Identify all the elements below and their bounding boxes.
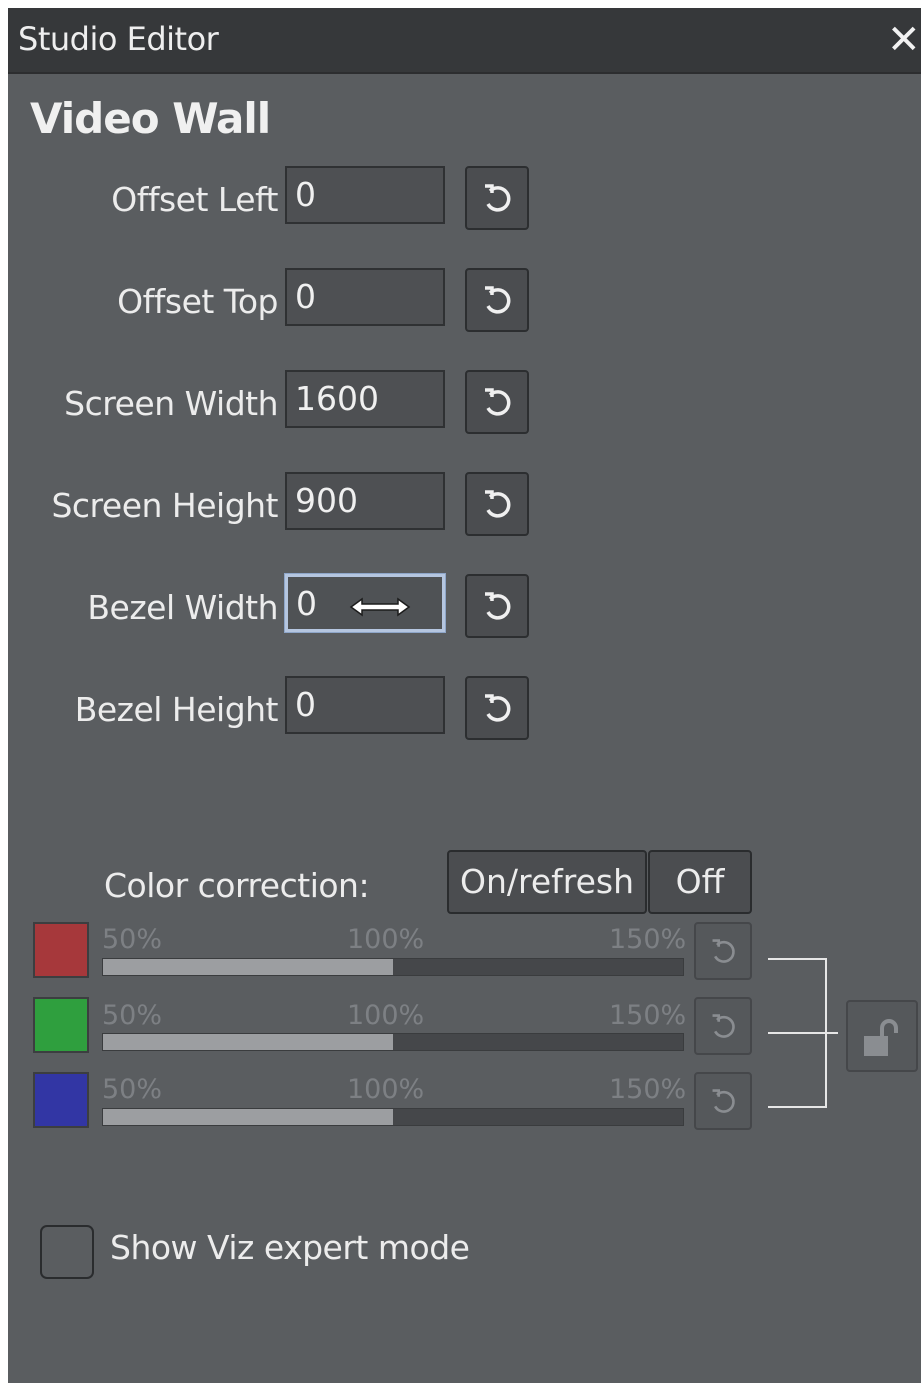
color-correction-off-button[interactable]: Off (648, 850, 752, 914)
studio-editor-window: Studio Editor ✕ Video Wall Offset Left 0… (8, 8, 921, 1383)
color-correction-on-refresh-button[interactable]: On/refresh (447, 850, 647, 914)
reset-icon (485, 286, 511, 314)
unlock-icon (864, 1019, 898, 1056)
red-reset-button[interactable] (694, 922, 752, 980)
red-min-label: 50% (102, 924, 163, 955)
green-mid-label: 100% (347, 1000, 425, 1031)
expert-mode-label[interactable]: Show Viz expert mode (110, 1228, 470, 1267)
blue-min-label: 50% (102, 1074, 163, 1105)
blue-channel-swatch (33, 1072, 89, 1128)
offset-left-label: Offset Left (111, 180, 278, 219)
red-channel-swatch (33, 922, 89, 978)
red-channel-slider[interactable] (102, 958, 684, 976)
bezel-height-reset-button[interactable] (465, 676, 529, 740)
screen-height-input[interactable]: 900 (285, 472, 445, 530)
channel-link-bracket (768, 958, 838, 1108)
green-max-label: 150% (609, 1000, 687, 1031)
bezel-height-label: Bezel Height (74, 690, 279, 729)
screen-width-input[interactable]: 1600 (285, 370, 445, 428)
blue-reset-button[interactable] (694, 1072, 752, 1130)
red-slider-fill (103, 959, 393, 975)
red-mid-label: 100% (347, 924, 425, 955)
green-channel-swatch (33, 997, 89, 1053)
expert-mode-checkbox[interactable] (40, 1225, 94, 1279)
screen-height-label: Screen Height (51, 486, 278, 525)
reset-icon (485, 184, 511, 212)
blue-mid-label: 100% (347, 1074, 425, 1105)
green-slider-fill (103, 1034, 393, 1050)
blue-max-label: 150% (609, 1074, 687, 1105)
channel-lock-button[interactable] (846, 1000, 918, 1072)
close-icon[interactable]: ✕ (887, 16, 921, 64)
red-max-label: 150% (609, 924, 687, 955)
offset-top-input[interactable]: 0 (285, 268, 445, 326)
green-min-label: 50% (102, 1000, 163, 1031)
reset-icon (712, 1014, 735, 1038)
reset-icon (485, 388, 511, 416)
offset-left-input[interactable]: 0 (285, 166, 445, 224)
horizontal-resize-cursor-icon (349, 597, 411, 617)
offset-left-reset-button[interactable] (465, 166, 529, 230)
section-title: Video Wall (30, 94, 271, 143)
bezel-width-label: Bezel Width (87, 588, 278, 627)
reset-icon (485, 592, 511, 620)
reset-icon (712, 1089, 735, 1113)
screen-height-reset-button[interactable] (465, 472, 529, 536)
blue-channel-slider[interactable] (102, 1108, 684, 1126)
title-bar: Studio Editor ✕ (8, 8, 921, 74)
bezel-width-reset-button[interactable] (465, 574, 529, 638)
offset-top-reset-button[interactable] (465, 268, 529, 332)
offset-top-label: Offset Top (117, 282, 278, 321)
reset-icon (485, 490, 511, 518)
screen-width-label: Screen Width (64, 384, 278, 423)
color-correction-label: Color correction: (104, 866, 370, 905)
blue-slider-fill (103, 1109, 393, 1125)
green-reset-button[interactable] (694, 997, 752, 1055)
green-channel-slider[interactable] (102, 1033, 684, 1051)
window-title: Studio Editor (18, 20, 219, 58)
screen-width-reset-button[interactable] (465, 370, 529, 434)
bezel-height-input[interactable]: 0 (285, 676, 445, 734)
reset-icon (712, 939, 735, 963)
reset-icon (485, 694, 511, 722)
